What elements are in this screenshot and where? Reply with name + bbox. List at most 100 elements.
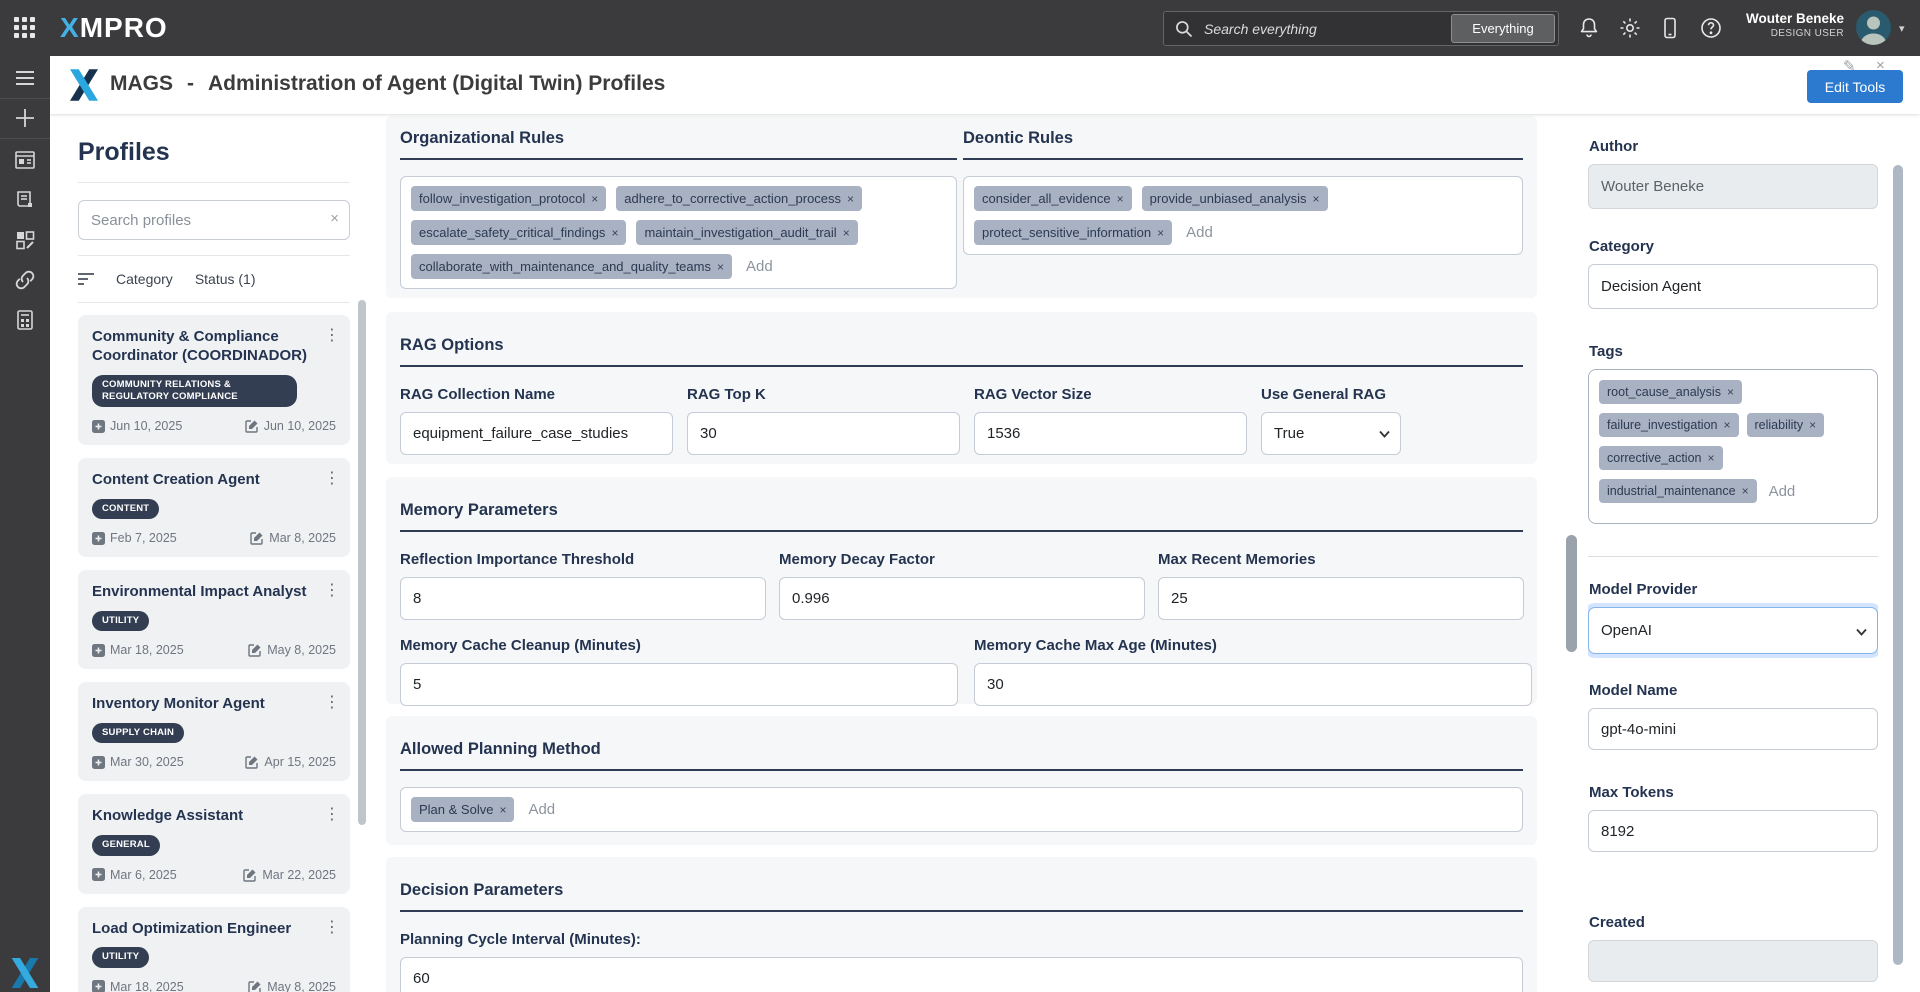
add-tag-input[interactable]: Add [1765,483,1800,500]
remove-tag-icon[interactable]: × [499,803,506,817]
tags-tagbox[interactable]: root_cause_analysis× failure_investigati… [1588,369,1878,524]
remove-tag-icon[interactable]: × [717,260,724,274]
tag-label: collaborate_with_maintenance_and_quality… [419,259,711,274]
notifications-bell-icon[interactable] [1577,16,1601,40]
add-new-icon[interactable] [13,106,37,130]
page-header: MAGS-Administration of Agent (Digital Tw… [50,56,1920,114]
rag-vector-input[interactable] [974,412,1247,455]
remove-tag-icon[interactable]: × [1157,226,1164,240]
planning-method-tagbox[interactable]: Plan & Solve× Add [400,787,1523,832]
category-badge: COMMUNITY RELATIONS & REGULATORY COMPLIA… [92,375,297,408]
profiles-scrollbar[interactable] [358,300,366,825]
list-item[interactable]: ⋮ Community & Compliance Coordinator (CO… [78,315,350,445]
remove-tag-icon[interactable]: × [611,226,618,240]
settings-gear-icon[interactable] [1618,16,1642,40]
clear-search-icon[interactable]: × [330,210,339,227]
max-tokens-input[interactable] [1588,810,1878,852]
app-designer-icon[interactable] [13,228,37,252]
help-icon[interactable] [1699,16,1723,40]
search-scope-button[interactable]: Everything [1451,14,1555,43]
rag-topk-label: RAG Top K [687,386,960,403]
integrations-link-icon[interactable] [13,268,37,292]
calculator-icon[interactable] [13,308,37,332]
remove-tag-icon[interactable]: × [1117,192,1124,206]
remove-tag-icon[interactable]: × [1727,385,1734,399]
rag-topk-input[interactable] [687,412,960,455]
remove-tag-icon[interactable]: × [1742,484,1749,498]
remove-tag-icon[interactable]: × [1809,418,1816,432]
remove-tag-icon[interactable]: × [1708,451,1715,465]
deontic-rules-tagbox[interactable]: consider_all_evidence× provide_unbiased_… [963,176,1523,255]
card-menu-icon[interactable]: ⋮ [324,580,340,600]
memory-decay-input[interactable] [779,577,1145,620]
user-menu[interactable]: Wouter Beneke DESIGN USER [1746,10,1844,39]
profile-name: Environmental Impact Analyst [92,583,336,602]
card-menu-icon[interactable]: ⋮ [324,325,340,345]
card-menu-icon[interactable]: ⋮ [324,804,340,824]
use-general-rag-select[interactable]: True [1261,412,1401,455]
organizational-rules-tagbox[interactable]: follow_investigation_protocol × adhere_to… [400,176,957,289]
model-provider-select[interactable]: OpenAI [1588,607,1878,654]
cache-cleanup-input[interactable] [400,663,958,706]
deontic-rules-column: Deontic Rules consider_all_evidence× pro… [963,129,1523,289]
remove-tag-icon[interactable]: × [843,226,850,240]
global-search: Everything [1163,11,1559,46]
memory-decay-label: Memory Decay Factor [779,551,1145,568]
list-item[interactable]: ⋮ Inventory Monitor Agent SUPPLY CHAIN M… [78,682,350,781]
details-panel: Author Category Tags root_cause_analysis… [1588,114,1878,992]
main-scrollbar[interactable] [1566,535,1577,652]
remove-tag-icon[interactable]: × [1313,192,1320,206]
rag-collection-input[interactable] [400,412,673,455]
page-title: MAGS-Administration of Agent (Digital Tw… [110,72,665,96]
profile-name: Load Optimization Engineer [92,920,336,939]
model-name-input[interactable] [1588,708,1878,750]
remove-tag-icon[interactable]: × [1724,418,1731,432]
chevron-down-icon [1856,628,1867,636]
created-date: Mar 18, 2025 [92,643,184,657]
menu-hamburger-icon[interactable] [13,66,37,90]
filter-status[interactable]: Status (1) [195,271,256,287]
user-menu-caret-icon[interactable]: ▾ [1899,22,1905,35]
remove-tag-icon[interactable]: × [591,192,598,206]
reflection-threshold-input[interactable] [400,577,766,620]
profiles-search-input[interactable] [78,200,350,240]
filter-category[interactable]: Category [116,271,173,287]
tag-label: follow_investigation_protocol [419,191,585,206]
list-item[interactable]: ⋮ Content Creation Agent CONTENT Feb 7, … [78,458,350,557]
tag-chip: provide_unbiased_analysis× [1142,186,1328,211]
remove-tag-icon[interactable]: × [847,192,854,206]
xmpro-x-logo-bottom[interactable] [11,958,39,988]
reflection-threshold-label: Reflection Importance Threshold [400,551,766,568]
add-tag-input[interactable]: Add [1182,224,1217,241]
app-launcher-icon[interactable] [14,17,36,39]
avatar[interactable] [1856,10,1891,45]
card-menu-icon[interactable]: ⋮ [324,917,340,937]
data-streams-icon[interactable] [13,188,37,212]
tag-chip: corrective_action× [1599,446,1723,470]
profile-name: Content Creation Agent [92,471,336,490]
tag-label: protect_sensitive_information [982,225,1151,240]
cache-max-age-input[interactable] [974,663,1532,706]
category-input[interactable] [1588,264,1878,309]
add-tag-input[interactable]: Add [742,258,777,275]
tag-label: adhere_to_corrective_action_process [624,191,841,206]
reflection-threshold-field: Reflection Importance Threshold [400,551,766,620]
created-input [1588,940,1878,982]
list-item[interactable]: ⋮ Knowledge Assistant GENERAL Mar 6, 202… [78,794,350,893]
card-menu-icon[interactable]: ⋮ [324,468,340,488]
tag-label: reliability [1755,418,1804,432]
edit-tools-button[interactable]: Edit Tools [1807,70,1903,103]
filter-icon[interactable] [78,273,94,285]
max-recent-memories-input[interactable] [1158,577,1524,620]
planning-interval-input[interactable] [400,957,1523,992]
mobile-device-icon[interactable] [1658,16,1682,40]
add-tag-input[interactable]: Add [524,801,559,818]
divider [78,182,350,183]
card-menu-icon[interactable]: ⋮ [324,692,340,712]
list-item[interactable]: ⋮ Load Optimization Engineer UTILITY Mar… [78,907,350,992]
allowed-planning-section: Allowed Planning Method Plan & Solve× Ad… [386,716,1537,845]
category-label: Category [1589,238,1878,255]
dashboards-icon[interactable] [13,148,37,172]
list-item[interactable]: ⋮ Environmental Impact Analyst UTILITY M… [78,570,350,669]
details-scrollbar[interactable] [1893,165,1903,965]
